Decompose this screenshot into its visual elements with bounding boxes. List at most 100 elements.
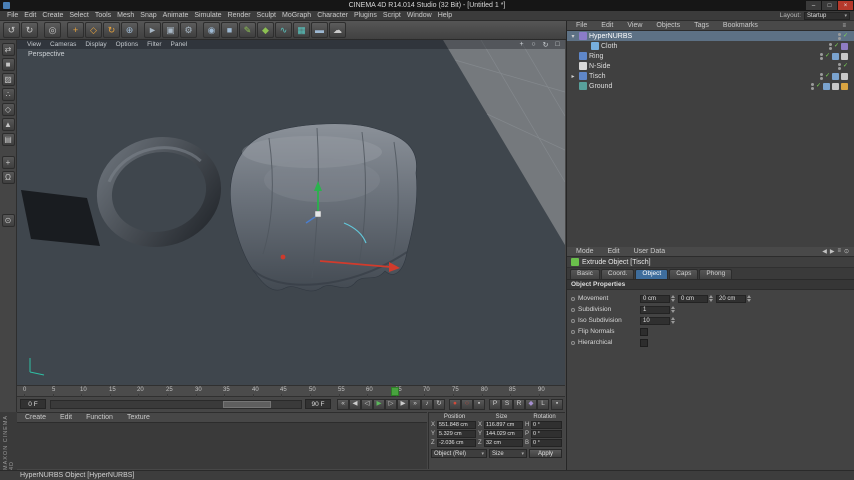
sky-icon[interactable]: ☁ (329, 22, 346, 38)
visibility-dots[interactable] (837, 32, 841, 40)
floor-icon[interactable]: ▬ (311, 22, 328, 38)
lock-icon[interactable]: ⊙ (844, 248, 849, 255)
selected-point[interactable] (280, 254, 286, 260)
tab-object[interactable]: Object (635, 268, 669, 279)
render-view-icon[interactable]: ► (144, 22, 161, 38)
tab-phong[interactable]: Phong (699, 268, 733, 279)
size-x-field[interactable]: 116.897 cm (484, 421, 523, 429)
spinner-icon[interactable] (671, 295, 675, 302)
position-x-field[interactable]: 551.848 cm (437, 421, 476, 429)
record-scale-toggle[interactable]: S (501, 399, 513, 410)
autokey-icon[interactable]: ○ (461, 399, 473, 410)
enabled-check-icon[interactable]: ✓ (843, 63, 848, 69)
cloth-sim-icon[interactable]: ▦ (293, 22, 310, 38)
next-key-icon[interactable]: ▶ (397, 399, 409, 410)
menu-simulate[interactable]: Simulate (191, 11, 224, 21)
layout-select[interactable]: Startup ▾ (804, 11, 850, 20)
spinner-icon[interactable] (709, 295, 713, 302)
next-frame-icon[interactable]: ▷ (385, 399, 397, 410)
coords-mode-dropdown[interactable]: Object (Rel) ▾ (431, 449, 487, 458)
record-position-toggle[interactable]: P (489, 399, 501, 410)
redo-icon[interactable]: ↻ (21, 22, 38, 38)
vp-menu-display[interactable]: Display (85, 41, 106, 48)
previous-frame-icon[interactable]: ◁ (361, 399, 373, 410)
object-row-nside[interactable]: N-Side ✓ (567, 61, 854, 71)
edges-mode-icon[interactable]: ◇ (1, 103, 15, 116)
om-menu-file[interactable]: File (573, 21, 590, 31)
object-row-ring[interactable]: Ring ✓ (567, 51, 854, 61)
perspective-viewport[interactable]: View Cameras Display Options Filter Pane… (17, 40, 565, 385)
enabled-check-icon[interactable]: ✓ (825, 53, 830, 59)
menu-tools[interactable]: Tools (92, 11, 114, 21)
record-parameter-toggle[interactable]: ◆ (525, 399, 537, 410)
live-selection-icon[interactable]: ◎ (44, 22, 61, 38)
pan-view-icon[interactable]: + (517, 40, 526, 49)
position-y-field[interactable]: 5.329 cm (437, 430, 476, 438)
iso-subdivision-field[interactable]: 10 (640, 316, 670, 325)
collider-tag-icon[interactable] (832, 72, 839, 80)
menu-animate[interactable]: Animate (160, 11, 192, 21)
enabled-check-icon[interactable]: ✓ (843, 33, 848, 39)
scale-tool-icon[interactable]: ◇ (85, 22, 102, 38)
render-settings-icon[interactable]: ⚙ (180, 22, 197, 38)
maximize-view-icon[interactable]: □ (553, 40, 562, 49)
enable-axis-icon[interactable]: + (1, 156, 15, 169)
om-burger-icon[interactable]: ≡ (839, 21, 849, 31)
range-end-field[interactable]: 90 F (305, 399, 331, 409)
points-mode-icon[interactable]: ∴ (1, 88, 15, 101)
sound-icon[interactable]: ♪ (421, 399, 433, 410)
record-pla-toggle[interactable]: L (537, 399, 549, 410)
viewport-canvas[interactable] (17, 40, 565, 385)
object-row-cloth[interactable]: Cloth ✓ (567, 41, 854, 51)
snap-icon[interactable]: Ω (1, 171, 15, 184)
am-menu-edit[interactable]: Edit (605, 247, 623, 257)
visibility-dots[interactable] (819, 52, 823, 60)
vp-menu-panel[interactable]: Panel (171, 41, 188, 48)
record-keyframe-icon[interactable]: ● (449, 399, 461, 410)
section-header[interactable]: Object Properties (567, 280, 854, 290)
history-back-icon[interactable]: ◀ (822, 248, 827, 255)
history-forward-icon[interactable]: ▶ (830, 248, 835, 255)
timeline-ruler[interactable]: 0 5 10 15 20 25 30 35 40 45 50 55 60 65 … (17, 385, 565, 397)
menu-plugins[interactable]: Plugins (351, 11, 380, 21)
texture-tag-icon[interactable] (841, 82, 848, 90)
make-editable-icon[interactable]: ⇄ (1, 43, 15, 56)
material-manager[interactable]: Create Edit Function Texture (17, 412, 427, 469)
om-menu-objects[interactable]: Objects (653, 21, 683, 31)
movement-z-field[interactable]: 20 cm (716, 294, 746, 303)
mm-menu-create[interactable]: Create (22, 413, 49, 423)
expander-icon[interactable]: ▾ (569, 33, 577, 40)
vp-menu-view[interactable]: View (27, 41, 41, 48)
collider-tag-icon[interactable] (823, 82, 830, 90)
keyframe-dot-icon[interactable] (571, 296, 575, 301)
menu-script[interactable]: Script (380, 11, 404, 21)
keyframe-dot-icon[interactable] (571, 340, 575, 345)
zoom-view-icon[interactable]: ○ (529, 40, 538, 49)
range-start-field[interactable]: 0 F (20, 399, 46, 409)
enabled-check-icon[interactable]: ✓ (825, 73, 830, 79)
mm-menu-function[interactable]: Function (83, 413, 116, 423)
visibility-dots[interactable] (837, 62, 841, 70)
close-button[interactable]: × (838, 1, 853, 10)
hierarchical-checkbox[interactable] (640, 338, 648, 347)
spinner-icon[interactable] (671, 317, 675, 324)
goto-end-icon[interactable]: » (409, 399, 421, 410)
menu-help[interactable]: Help (435, 11, 455, 21)
collider-tag-icon[interactable] (832, 52, 839, 60)
workplane-icon[interactable]: ▤ (1, 133, 15, 146)
rotation-p-field[interactable]: 0 ° (531, 430, 562, 438)
vp-menu-filter[interactable]: Filter (147, 41, 161, 48)
vp-menu-options[interactable]: Options (116, 41, 138, 48)
move-tool-icon[interactable]: + (67, 22, 84, 38)
polygons-mode-icon[interactable]: ▲ (1, 118, 15, 131)
mm-menu-edit[interactable]: Edit (57, 413, 75, 423)
undo-icon[interactable]: ↺ (3, 22, 20, 38)
rotation-h-field[interactable]: 0 ° (531, 421, 562, 429)
size-z-field[interactable]: 32 cm (484, 439, 523, 447)
mm-menu-texture[interactable]: Texture (124, 413, 153, 423)
keyframe-dot-icon[interactable] (571, 307, 575, 312)
menu-file[interactable]: File (4, 11, 21, 21)
phong-tag-icon[interactable] (841, 52, 848, 60)
goto-start-icon[interactable]: « (337, 399, 349, 410)
rotate-view-icon[interactable]: ↻ (541, 40, 550, 49)
